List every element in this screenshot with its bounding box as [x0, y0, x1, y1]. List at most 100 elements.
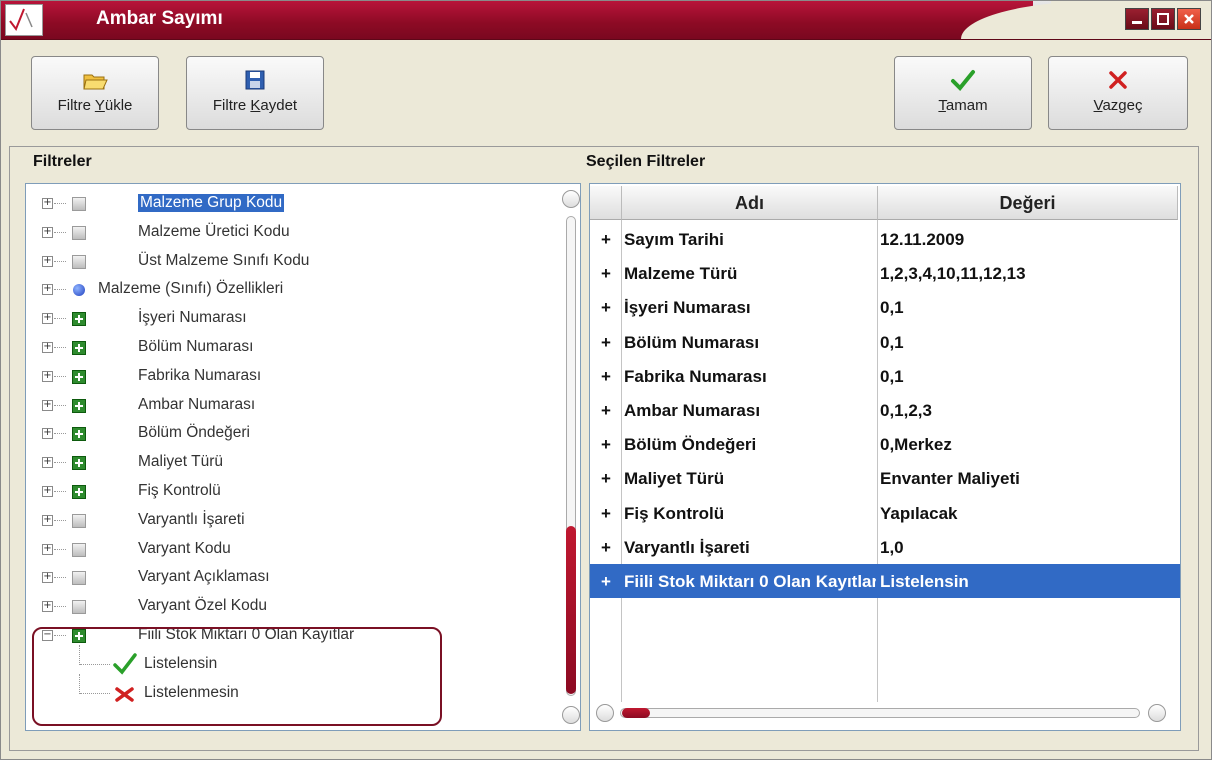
tree-node[interactable]: + Bölüm Öndeğeri — [26, 422, 546, 446]
scroll-left-button[interactable] — [596, 704, 614, 722]
tree-connector — [54, 577, 66, 579]
expand-icon[interactable]: + — [42, 543, 53, 555]
expand-icon[interactable]: + — [42, 342, 53, 353]
tree-node-label: Varyant Özel Kodu — [138, 597, 267, 615]
tree-node-label: Malzeme (Sınıfı) Özellikleri — [98, 280, 284, 298]
expand-icon[interactable]: + — [42, 313, 53, 325]
tree-node[interactable]: + Varyant Açıklaması — [26, 566, 546, 590]
expand-icon[interactable]: + — [42, 198, 53, 209]
tree-node[interactable]: + Malzeme Üretici Kodu — [26, 221, 546, 245]
gray-box-icon — [72, 513, 86, 528]
grid-cell-name: Ambar Numarası — [624, 401, 761, 420]
vertical-scrollbar[interactable] — [562, 186, 580, 728]
row-expand-icon[interactable]: + — [596, 367, 616, 387]
grid-row[interactable]: + Fabrika Numarası 0,1 — [590, 359, 1180, 393]
grid-cell-name: Bölüm Numarası — [624, 332, 760, 352]
tree-node[interactable]: + Malzeme Grup Kodu — [26, 192, 546, 216]
row-expand-icon[interactable]: + — [596, 333, 616, 353]
row-expand-icon[interactable]: + — [596, 401, 616, 421]
blue-ball-icon — [73, 284, 85, 297]
expand-icon[interactable]: + — [42, 226, 53, 238]
tree-node[interactable]: + Malzeme (Sınıfı) Özellikleri — [26, 278, 546, 302]
minimize-button[interactable] — [1125, 8, 1149, 30]
tree-node[interactable]: + Bölüm Numarası — [26, 336, 546, 360]
maximize-icon — [1157, 13, 1169, 25]
tree-node[interactable]: + Varyant Kodu — [26, 538, 546, 562]
scroll-up-button[interactable] — [562, 190, 580, 208]
row-expand-icon[interactable]: + — [596, 298, 616, 318]
grid-row[interactable]: + Fiili Stok Miktarı 0 Olan Kayıtlar Liste… — [590, 564, 1180, 598]
grid-row[interactable]: + Ambar Numarası 0,1,2,3 — [590, 393, 1180, 427]
expand-icon[interactable]: + — [42, 457, 53, 469]
expand-icon[interactable]: + — [42, 601, 53, 613]
gray-box-icon — [72, 542, 86, 557]
tree-node[interactable]: + Ambar Numarası — [26, 394, 546, 418]
grid-row[interactable]: + Varyantlı İşareti 1,0 — [590, 530, 1180, 564]
expand-icon[interactable]: + — [42, 514, 53, 526]
tree-node[interactable]: + Fiş Kontrolü — [26, 480, 546, 504]
save-filter-button[interactable]: Filtre Kaydet — [186, 56, 324, 130]
close-button[interactable] — [1177, 8, 1201, 30]
column-header-value[interactable]: Değeri — [878, 186, 1178, 220]
folder-open-icon — [83, 74, 108, 90]
grid-row[interactable]: + Bölüm Öndeğeri 0,Merkez — [590, 427, 1180, 461]
green-plus-icon — [72, 456, 86, 471]
tree-node-label: Üst Malzeme Sınıfı Kodu — [138, 251, 310, 269]
cancel-button[interactable]: Vazgeç — [1048, 56, 1188, 130]
grid-cell-value: Listelensin — [880, 572, 969, 591]
tree-connector — [54, 491, 66, 492]
tree-node-label: Varyant Kodu — [138, 539, 231, 557]
ok-button[interactable]: Tamam — [894, 56, 1032, 130]
grid-row[interactable]: + Sayım Tarihi 12.11.2009 — [590, 222, 1180, 256]
load-filter-button[interactable]: Filtre Yükle — [31, 56, 159, 130]
ambar-sayimi-window: Ambar Sayımı Filtre Yükle Filtre Kaydet — [0, 0, 1212, 760]
row-expand-icon[interactable]: + — [596, 538, 616, 558]
row-expand-icon[interactable]: + — [596, 469, 616, 489]
grid-row[interactable]: + İşyeri Numarası 0,1 — [590, 290, 1180, 324]
tree-node[interactable]: + Üst Malzeme Sınıfı Kodu — [26, 250, 546, 274]
expand-icon[interactable]: + — [42, 370, 53, 382]
grid-cell-value: 0,1,2,3 — [880, 401, 932, 420]
app-logo-icon — [5, 4, 43, 36]
row-expand-icon[interactable]: + — [596, 264, 616, 284]
scroll-right-button[interactable] — [1148, 704, 1166, 722]
scroll-track[interactable] — [620, 708, 1140, 718]
grid-cell-value: 1,2,3,4,10,11,12,13 — [880, 264, 1026, 284]
maximize-button[interactable] — [1151, 8, 1175, 30]
grid-cell-value: 0,1 — [880, 332, 904, 352]
expand-icon[interactable]: + — [42, 486, 53, 497]
horizontal-scrollbar[interactable] — [590, 700, 1180, 726]
gray-box-icon — [72, 254, 86, 269]
selected-filters-grid[interactable]: Adı Değeri + Sayım Tarihi 12.11.2009 + Malze… — [589, 183, 1181, 731]
row-expand-icon[interactable]: + — [596, 435, 616, 455]
grid-row[interactable]: + Malzeme Türü 1,2,3,4,10,11,12,13 — [590, 256, 1180, 290]
tree-node[interactable]: + İşyeri Numarası — [26, 307, 546, 331]
tree-node[interactable]: + Varyantlı İşareti — [26, 509, 546, 533]
row-expand-icon[interactable]: + — [596, 504, 616, 524]
grid-row[interactable]: + Bölüm Numarası 0,1 — [590, 325, 1180, 359]
column-header-name[interactable]: Adı — [622, 186, 878, 220]
tree-node[interactable]: + Maliyet Türü — [26, 451, 546, 475]
scroll-thumb[interactable] — [566, 526, 576, 694]
grid-row[interactable]: + Maliyet Türü Envanter Maliyeti — [590, 461, 1180, 495]
row-header-corner — [590, 186, 622, 220]
tree-connector — [54, 462, 66, 464]
tree-connector — [54, 347, 66, 348]
expand-icon[interactable]: + — [42, 284, 53, 296]
gray-box-icon — [72, 600, 86, 615]
expand-icon[interactable]: + — [42, 399, 53, 411]
scroll-down-button[interactable] — [562, 706, 580, 724]
tree-node[interactable]: + Varyant Özel Kodu — [26, 595, 546, 619]
expand-icon[interactable]: + — [42, 572, 53, 584]
row-expand-icon[interactable]: + — [596, 572, 616, 592]
green-plus-icon — [72, 485, 86, 499]
expand-icon[interactable]: + — [42, 428, 53, 440]
scroll-thumb[interactable] — [622, 708, 650, 718]
toolbar: Filtre Yükle Filtre Kaydet Tamam Vazgeç — [1, 40, 1211, 140]
grid-row[interactable]: + Fiş Kontrolü Yapılacak — [590, 496, 1180, 530]
tree-node-label: Malzeme Grup Kodu — [138, 194, 285, 212]
tree-node[interactable]: + Fabrika Numarası — [26, 365, 546, 389]
expand-icon[interactable]: + — [42, 255, 53, 267]
grid-cell-value: 0,1 — [880, 366, 904, 386]
row-expand-icon[interactable]: + — [596, 230, 616, 250]
